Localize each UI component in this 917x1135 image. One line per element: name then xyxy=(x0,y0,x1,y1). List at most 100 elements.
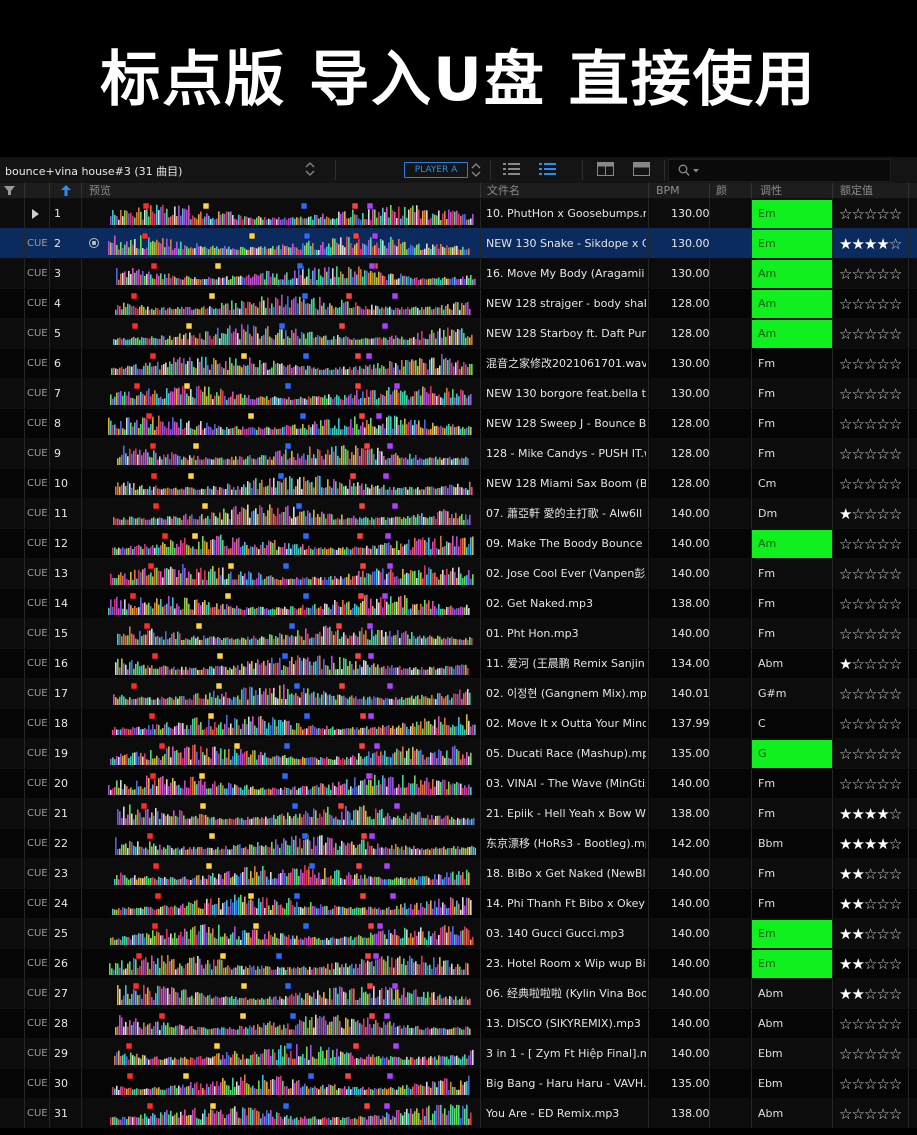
rating-stars[interactable]: ☆☆☆☆☆ xyxy=(839,559,917,588)
rating-stars[interactable]: ☆☆☆☆☆ xyxy=(839,619,917,648)
star-empty-icon[interactable]: ☆ xyxy=(851,505,864,523)
star-filled-icon[interactable]: ★ xyxy=(839,955,852,973)
track-row[interactable]: CUE 29 3 in 1 - [ Zym Ft Hiệp Final].mp3 14… xyxy=(0,1038,917,1068)
star-empty-icon[interactable]: ☆ xyxy=(876,415,889,433)
star-filled-icon[interactable]: ★ xyxy=(876,805,889,823)
star-empty-icon[interactable]: ☆ xyxy=(876,865,889,883)
star-empty-icon[interactable]: ☆ xyxy=(864,325,877,343)
waveform-preview[interactable] xyxy=(108,443,476,465)
track-row[interactable]: CUE 11 07. 蕭亞軒 愛的主打歌 - Alw6ll 140.00 Dm ★☆☆☆☆ xyxy=(0,498,917,528)
star-filled-icon[interactable]: ★ xyxy=(851,865,864,883)
star-empty-icon[interactable]: ☆ xyxy=(876,205,889,223)
star-empty-icon[interactable]: ☆ xyxy=(851,655,864,673)
star-empty-icon[interactable]: ☆ xyxy=(876,505,889,523)
star-filled-icon[interactable]: ★ xyxy=(851,895,864,913)
star-empty-icon[interactable]: ☆ xyxy=(876,895,889,913)
star-empty-icon[interactable]: ☆ xyxy=(839,745,852,763)
star-empty-icon[interactable]: ☆ xyxy=(889,955,902,973)
star-empty-icon[interactable]: ☆ xyxy=(839,445,852,463)
star-empty-icon[interactable]: ☆ xyxy=(889,805,902,823)
star-empty-icon[interactable]: ☆ xyxy=(839,1045,852,1063)
star-empty-icon[interactable]: ☆ xyxy=(864,1075,877,1093)
star-empty-icon[interactable]: ☆ xyxy=(864,685,877,703)
star-empty-icon[interactable]: ☆ xyxy=(876,625,889,643)
rating-stars[interactable]: ☆☆☆☆☆ xyxy=(839,199,917,228)
star-empty-icon[interactable]: ☆ xyxy=(864,1045,877,1063)
waveform-preview[interactable] xyxy=(108,563,476,585)
star-empty-icon[interactable]: ☆ xyxy=(851,415,864,433)
star-empty-icon[interactable]: ☆ xyxy=(889,385,902,403)
track-row[interactable]: CUE 27 06. 经典啦啦啦 (Kylin Vina Boot 140.00 Abm… xyxy=(0,978,917,1008)
star-filled-icon[interactable]: ★ xyxy=(876,835,889,853)
star-empty-icon[interactable]: ☆ xyxy=(889,295,902,313)
column-bpm[interactable]: BPM xyxy=(656,183,680,198)
track-row[interactable]: 110. PhutHon x Goosebumps.mp3130.00Em☆☆☆… xyxy=(0,198,917,228)
waveform-preview[interactable] xyxy=(108,803,476,825)
waveform-preview[interactable] xyxy=(108,413,476,435)
rating-stars[interactable]: ☆☆☆☆☆ xyxy=(839,739,917,768)
star-empty-icon[interactable]: ☆ xyxy=(851,445,864,463)
track-row[interactable]: CUE 3 16. Move My Body (Aragamii Bo 130.00 A… xyxy=(0,258,917,288)
track-row[interactable]: CUE 18 02. Move It x Outta Your Mind x 137.… xyxy=(0,708,917,738)
star-empty-icon[interactable]: ☆ xyxy=(851,565,864,583)
star-empty-icon[interactable]: ☆ xyxy=(864,595,877,613)
waveform-preview[interactable] xyxy=(108,1013,476,1035)
star-empty-icon[interactable]: ☆ xyxy=(889,685,902,703)
star-empty-icon[interactable]: ☆ xyxy=(864,415,877,433)
track-row[interactable]: CUE 22 东京漂移 (HoRs3 - Bootleg).mp 142.00 Bbm ★… xyxy=(0,828,917,858)
star-empty-icon[interactable]: ☆ xyxy=(864,1015,877,1033)
waveform-preview[interactable] xyxy=(108,1103,476,1125)
star-empty-icon[interactable]: ☆ xyxy=(889,415,902,433)
star-empty-icon[interactable]: ☆ xyxy=(889,835,902,853)
rating-stars[interactable]: ★★★★☆ xyxy=(839,229,917,258)
star-empty-icon[interactable]: ☆ xyxy=(889,205,902,223)
star-empty-icon[interactable]: ☆ xyxy=(889,925,902,943)
star-filled-icon[interactable]: ★ xyxy=(851,955,864,973)
star-empty-icon[interactable]: ☆ xyxy=(864,205,877,223)
waveform-preview[interactable] xyxy=(108,263,476,285)
rating-stars[interactable]: ★★☆☆☆ xyxy=(839,889,917,918)
track-row[interactable]: CUE 23 18. BiBo x Get Naked (NewBlood 140.0… xyxy=(0,858,917,888)
column-key[interactable]: 调性 xyxy=(760,183,782,198)
star-empty-icon[interactable]: ☆ xyxy=(851,595,864,613)
star-empty-icon[interactable]: ☆ xyxy=(851,715,864,733)
star-filled-icon[interactable]: ★ xyxy=(839,835,852,853)
star-empty-icon[interactable]: ☆ xyxy=(889,235,902,253)
star-empty-icon[interactable]: ☆ xyxy=(876,955,889,973)
star-empty-icon[interactable]: ☆ xyxy=(889,625,902,643)
rating-stars[interactable]: ★★☆☆☆ xyxy=(839,859,917,888)
star-empty-icon[interactable]: ☆ xyxy=(839,475,852,493)
track-row[interactable]: CUE 16 11. 爱河 (王晨鹏 Remix Sanjin 134.00 Abm ★☆… xyxy=(0,648,917,678)
star-empty-icon[interactable]: ☆ xyxy=(876,385,889,403)
track-row[interactable]: CUE 25 03. 140 Gucci Gucci.mp3 140.00 Em ★★☆☆… xyxy=(0,918,917,948)
star-empty-icon[interactable]: ☆ xyxy=(851,295,864,313)
rating-stars[interactable]: ☆☆☆☆☆ xyxy=(839,679,917,708)
star-empty-icon[interactable]: ☆ xyxy=(876,445,889,463)
waveform-preview[interactable] xyxy=(108,983,476,1005)
star-empty-icon[interactable]: ☆ xyxy=(839,1105,852,1123)
star-empty-icon[interactable]: ☆ xyxy=(876,355,889,373)
waveform-preview[interactable] xyxy=(108,773,476,795)
track-row[interactable]: CUE 10 NEW 128 Miami Sax Boom (Boot 128.00 C… xyxy=(0,468,917,498)
star-empty-icon[interactable]: ☆ xyxy=(851,265,864,283)
waveform-preview[interactable] xyxy=(108,683,476,705)
star-empty-icon[interactable]: ☆ xyxy=(851,325,864,343)
star-empty-icon[interactable]: ☆ xyxy=(876,1015,889,1033)
track-row[interactable]: CUE 12 09. Make The Boody Bounce - Ar 140.0… xyxy=(0,528,917,558)
star-empty-icon[interactable]: ☆ xyxy=(864,265,877,283)
rating-stars[interactable]: ★☆☆☆☆ xyxy=(839,499,917,528)
rating-stars[interactable]: ☆☆☆☆☆ xyxy=(839,769,917,798)
star-empty-icon[interactable]: ☆ xyxy=(889,565,902,583)
star-empty-icon[interactable]: ☆ xyxy=(889,265,902,283)
star-filled-icon[interactable]: ★ xyxy=(864,835,877,853)
waveform-preview[interactable] xyxy=(108,653,476,675)
star-empty-icon[interactable]: ☆ xyxy=(839,265,852,283)
star-empty-icon[interactable]: ☆ xyxy=(889,775,902,793)
star-empty-icon[interactable]: ☆ xyxy=(889,445,902,463)
star-empty-icon[interactable]: ☆ xyxy=(839,205,852,223)
column-color[interactable]: 颜 xyxy=(716,183,727,198)
star-filled-icon[interactable]: ★ xyxy=(851,835,864,853)
star-empty-icon[interactable]: ☆ xyxy=(876,325,889,343)
rating-stars[interactable]: ☆☆☆☆☆ xyxy=(839,409,917,438)
star-empty-icon[interactable]: ☆ xyxy=(839,535,852,553)
